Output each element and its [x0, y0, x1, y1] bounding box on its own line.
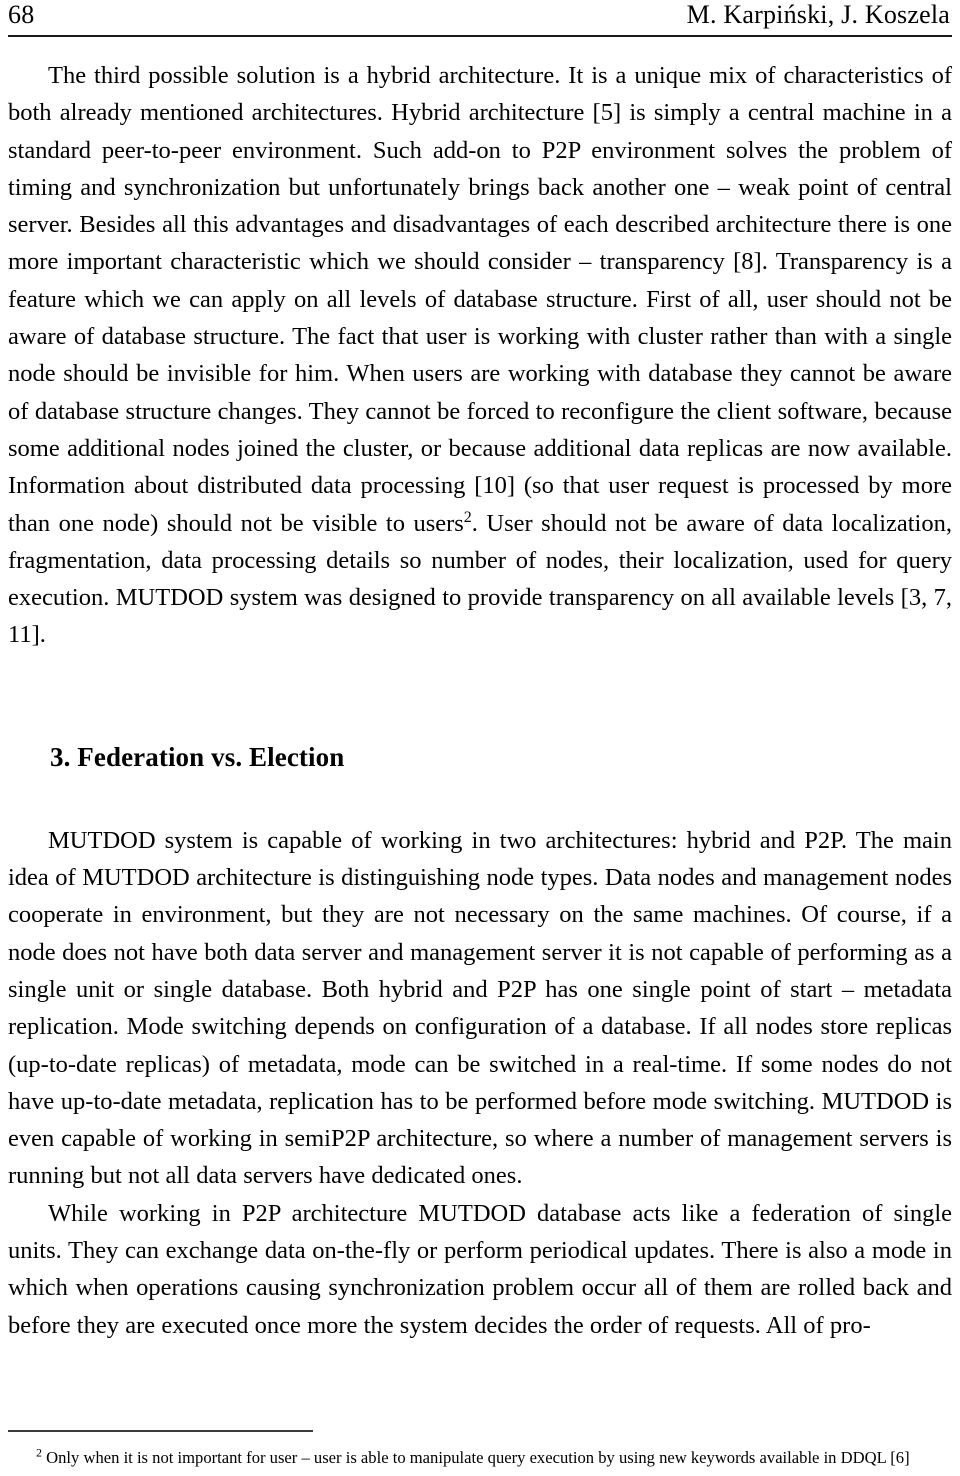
running-head-authors: M. Karpiński, J. Koszela — [686, 0, 950, 29]
footnote-entry: 2 Only when it is not important for user… — [8, 1446, 952, 1470]
document-page: 68 M. Karpiński, J. Koszela The third po… — [0, 0, 960, 1476]
footnote-reference-marker[interactable]: 2 — [464, 508, 472, 525]
section-heading-3: 3. Federation vs. Election — [50, 741, 345, 772]
body-content: The third possible solution is a hybrid … — [8, 37, 952, 1344]
paragraph-p2p-federation: While working in P2P architecture MUTDOD… — [8, 1199, 952, 1339]
spacer-after-heading — [8, 774, 952, 822]
page-number: 68 — [8, 0, 35, 29]
paragraph-transparency: The third possible solution is a hybrid … — [8, 57, 952, 654]
footnote-text: Only when it is not important for user –… — [42, 1448, 910, 1467]
paragraph-text-part-1: The third possible solution is a hybrid … — [8, 62, 952, 537]
footnote-area: 2 Only when it is not important for user… — [8, 1430, 952, 1470]
spacer-before-heading — [8, 654, 952, 740]
footnote-separator-rule — [8, 1430, 313, 1432]
paragraph-mutdod-architectures: MUTDOD system is capable of working in t… — [8, 826, 952, 1190]
running-head: 68 M. Karpiński, J. Koszela — [8, 0, 952, 34]
